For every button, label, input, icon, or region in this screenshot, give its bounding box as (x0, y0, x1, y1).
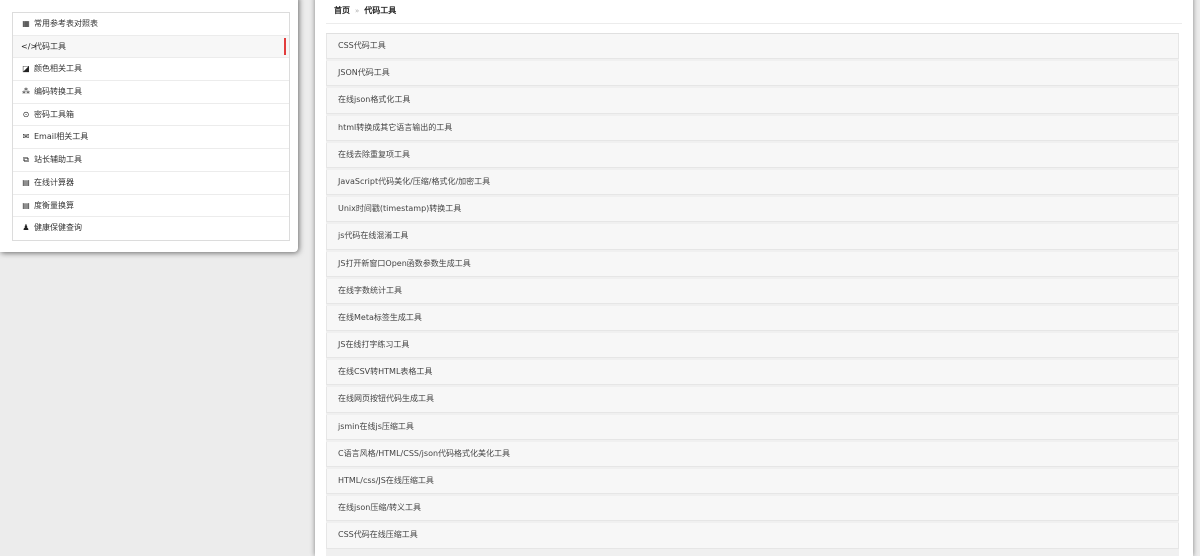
main-panel: 首页 » 代码工具 CSS代码工具 JSON代码工具 在线json格式化工具 html转换… (315, 0, 1193, 556)
breadcrumb-separator: » (355, 7, 360, 15)
tool-link-item[interactable]: JavaScript代码美化/压缩/格式化/加密工具 (326, 169, 1179, 196)
sidebar-item-label: 站长辅助工具 (34, 155, 82, 165)
tool-link-item[interactable]: 在线字数统计工具 (326, 278, 1179, 304)
sidebar-item-label: 编码转换工具 (34, 87, 82, 97)
sidebar-item[interactable]: ⧉ 站长辅助工具 (13, 149, 289, 172)
tool-link-item[interactable]: 在线json格式化工具 (326, 88, 1179, 114)
envelope-icon: ✉ (22, 132, 30, 142)
tool-link-item[interactable]: html转换成其它语言输出的工具 (326, 115, 1179, 141)
sidebar-item-label: 代码工具 (34, 41, 66, 51)
sidebar-item[interactable]: </>代码工具 (13, 35, 289, 59)
tool-link-item[interactable]: JS在线打字练习工具 (326, 333, 1179, 359)
tool-link-item[interactable]: C语言风格/HTML/CSS/json代码格式化美化工具 (326, 441, 1179, 467)
sidebar-item[interactable]: ✉ Email相关工具 (13, 126, 289, 150)
sidebar-item-label: 颜色相关工具 (34, 64, 82, 74)
tool-link-item[interactable]: JS打开新窗口Open函数参数生成工具 (326, 251, 1179, 277)
tool-link-item[interactable]: CSS代码在线压缩工具 (326, 523, 1179, 549)
sidebar-item[interactable]: ▦ 常用参考表对照表 (13, 13, 289, 36)
tool-link-item[interactable]: HTML/css/JS在线压缩工具 (326, 469, 1179, 495)
tool-link-item[interactable]: 在线Meta标签生成工具 (326, 305, 1179, 332)
tool-link-item[interactable]: Unix时间戳(timestamp)转换工具 (326, 197, 1179, 223)
sidebar-item-label: 健康保健查询 (34, 223, 82, 233)
color-icon: ◪ (22, 64, 30, 74)
tool-link-item[interactable]: 在线去除重复项工具 (326, 142, 1179, 168)
tool-link-item[interactable]: JSON代码工具 (326, 61, 1179, 87)
tool-link-item[interactable]: jsmin在线js压缩工具 (326, 414, 1179, 440)
sidebar-item[interactable]: ⊙ 密码工具箱 (13, 104, 289, 127)
tool-link-item[interactable]: 在线CSV转HTML表格工具 (326, 360, 1179, 386)
sidebar-panel: ▦ 常用参考表对照表 </>代码工具 ◪ 颜色相关工具 ⁂ 编码转换工具 ⊙ 密码工具箱 ✉ Ema… (0, 0, 298, 252)
sidebar-item[interactable]: ♟ 健康保健查询 (13, 217, 289, 240)
sidebar-item-label: 密码工具箱 (34, 109, 74, 119)
table-icon: ▦ (22, 19, 30, 28)
sidebar-item[interactable]: ◪ 颜色相关工具 (13, 58, 289, 82)
tool-link-item[interactable]: CSS代码工具 (326, 34, 1179, 60)
tool-list: CSS代码工具 JSON代码工具 在线json格式化工具 html转换成其它语言输出的… (326, 33, 1179, 556)
tool-link-item[interactable]: 在线网页按钮代码生成工具 (326, 387, 1179, 413)
cubes-icon: ⁂ (22, 87, 30, 97)
sidebar-item[interactable]: ▤ 在线计算器 (13, 172, 289, 195)
sidebar-item-label: 常用参考表对照表 (34, 19, 98, 28)
sidebar-item[interactable]: ▤ 度衡量换算 (13, 195, 289, 218)
external-link-icon: ⧉ (23, 155, 29, 165)
sidebar-item-label: 度衡量换算 (34, 200, 74, 210)
lock-icon: ⊙ (22, 109, 30, 119)
calculator-icon: ▤ (22, 177, 30, 187)
breadcrumb: 首页 » 代码工具 (326, 0, 1182, 24)
breadcrumb-home-link[interactable]: 首页 (334, 6, 350, 15)
code-icon: </> (21, 41, 38, 51)
sidebar-item-label: Email相关工具 (34, 132, 89, 142)
breadcrumb-current: 代码工具 (364, 6, 397, 15)
calculator-icon: ▤ (22, 200, 30, 210)
tool-link-item[interactable]: js代码在线混淆工具 (326, 224, 1179, 250)
user-md-icon: ♟ (22, 223, 30, 233)
sidebar-item[interactable]: ⁂ 编码转换工具 (13, 81, 289, 104)
sidebar-nav: ▦ 常用参考表对照表 </>代码工具 ◪ 颜色相关工具 ⁂ 编码转换工具 ⊙ 密码工具箱 ✉ Ema… (12, 12, 290, 241)
sidebar-item-label: 在线计算器 (34, 177, 74, 187)
tool-link-item[interactable]: 在线json压缩/转义工具 (326, 496, 1179, 522)
